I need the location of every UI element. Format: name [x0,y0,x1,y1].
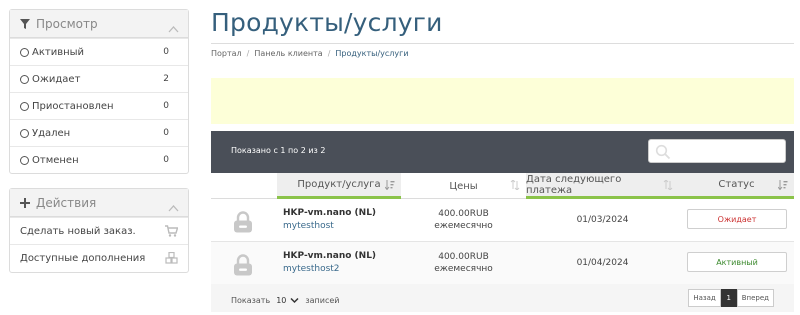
column-icon-spacer [211,173,277,199]
column-header-next-due-date[interactable]: Дата следующего платежа [526,173,679,199]
radio-circle-icon [20,128,29,138]
product-name: HKP-vm.nano (NL) [283,251,377,261]
title-divider [211,43,794,44]
actions-panel-header[interactable]: Действия [10,189,188,217]
view-panel-header[interactable]: Просмотр [10,10,188,38]
action-item-label: Сделать новый заказ. [20,225,136,237]
chevron-up-icon[interactable] [168,197,179,216]
page-title: Продукты/услуги [211,8,443,37]
filter-item-count: 0 [163,47,169,57]
filter-item-label: Отменен [32,154,79,166]
filter-item-count: 0 [163,128,169,138]
product-name: HKP-vm.nano (NL) [283,208,377,218]
page-length-select[interactable]: 10 [273,293,302,307]
column-header-label: Продукт/услуга [297,179,381,190]
sort-icon [510,179,520,193]
column-header-price[interactable]: Цены [401,173,526,199]
radio-circle-icon [20,74,29,84]
next-due-date: 01/03/2024 [576,215,629,225]
table-header: Продукт/услуга Цены Дата следующего плат… [211,173,794,199]
filter-item-cancelled[interactable]: Отменен 0 [10,146,188,173]
next-due-date: 01/04/2024 [576,258,629,268]
pagination: Назад 1 Вперед [688,289,774,307]
sort-amount-down-icon [384,180,395,193]
column-header-label: Цены [449,180,478,192]
column-header-label: Дата следующего платежа [526,173,622,196]
pagination-prev-button[interactable]: Назад [688,289,721,307]
price-amount: 400.00RUB [438,209,489,219]
breadcrumb-portal-link[interactable]: Портал [211,49,242,58]
column-header-status[interactable]: Статус [679,173,794,199]
cubes-icon [165,251,178,267]
search-icon [655,144,671,164]
table-row[interactable]: HKP-vm.nano (NL) mytesthost2 400.00RUB е… [211,242,794,285]
chevron-down-icon [290,297,299,303]
product-hostname-link[interactable]: mytesthost2 [283,264,340,274]
action-item-label: Доступные дополнения [20,252,146,264]
breadcrumb-separator: / [327,49,331,58]
table-toolbar: Показано с 1 по 2 из 2 [211,131,794,173]
price-period: ежемесячно [434,264,493,274]
pagination-page-button[interactable]: 1 [720,289,737,307]
actions-panel-title: Действия [36,195,97,210]
page-length-value: 10 [276,295,287,305]
price-period: ежемесячно [434,221,493,231]
filter-item-count: 0 [163,155,169,165]
radio-circle-icon [20,47,29,57]
radio-circle-icon [20,101,29,111]
cart-icon [165,225,179,240]
breadcrumb-current: Продукты/услуги [335,49,409,58]
status-badge: Активный [687,252,787,272]
show-label: Показать [231,295,271,305]
sort-amount-down-icon [777,180,788,193]
table-info: Показано с 1 по 2 из 2 [231,146,326,155]
table-row[interactable]: HKP-vm.nano (NL) mytesthost 400.00RUB еж… [211,199,794,242]
filter-item-active[interactable]: Активный 0 [10,38,188,65]
filter-item-count: 2 [163,74,169,84]
sort-icon [663,179,673,193]
filter-icon [20,14,30,33]
actions-panel: Действия Сделать новый заказ. Доступные … [9,188,189,273]
table-search-input[interactable] [648,139,786,163]
action-new-order[interactable]: Сделать новый заказ. [10,217,188,244]
price-amount: 400.00RUB [438,252,489,262]
pagination-next-button[interactable]: Вперед [736,289,774,307]
filter-item-suspended[interactable]: Приостановлен 0 [10,92,188,119]
product-hostname-link[interactable]: mytesthost [283,221,334,231]
breadcrumb-separator: / [246,49,250,58]
chevron-up-icon[interactable] [168,18,179,37]
filter-item-terminated[interactable]: Удален 0 [10,119,188,146]
column-header-product[interactable]: Продукт/услуга [277,173,401,199]
status-badge: Ожидает [687,209,787,229]
column-header-label: Статус [718,179,755,190]
product-price: 400.00RUB ежемесячно [401,251,526,275]
page-length-control: Показать 10 записей [231,293,339,307]
notice-banner [211,78,794,124]
plus-icon [20,193,30,212]
filter-item-label: Приостановлен [32,100,114,112]
filter-item-count: 0 [163,101,169,111]
records-label: записей [305,295,340,305]
breadcrumb-client-area-link[interactable]: Панель клиента [254,49,322,58]
action-available-addons[interactable]: Доступные дополнения [10,244,188,271]
product-price: 400.00RUB ежемесячно [401,208,526,232]
filter-item-label: Активный [32,46,85,58]
view-panel-title: Просмотр [36,16,98,31]
lock-icon [233,211,253,237]
filter-item-label: Ожидает [32,73,81,85]
table-footer: Показать 10 записей Назад 1 Вперед [211,284,794,312]
lock-icon [233,254,253,280]
radio-circle-icon [20,155,29,165]
filter-item-pending[interactable]: Ожидает 2 [10,65,188,92]
breadcrumb: Портал / Панель клиента / Продукты/услуги [211,49,409,58]
view-panel: Просмотр Активный 0 Ожидает 2 Приостанов… [9,9,189,174]
filter-item-label: Удален [32,127,71,139]
